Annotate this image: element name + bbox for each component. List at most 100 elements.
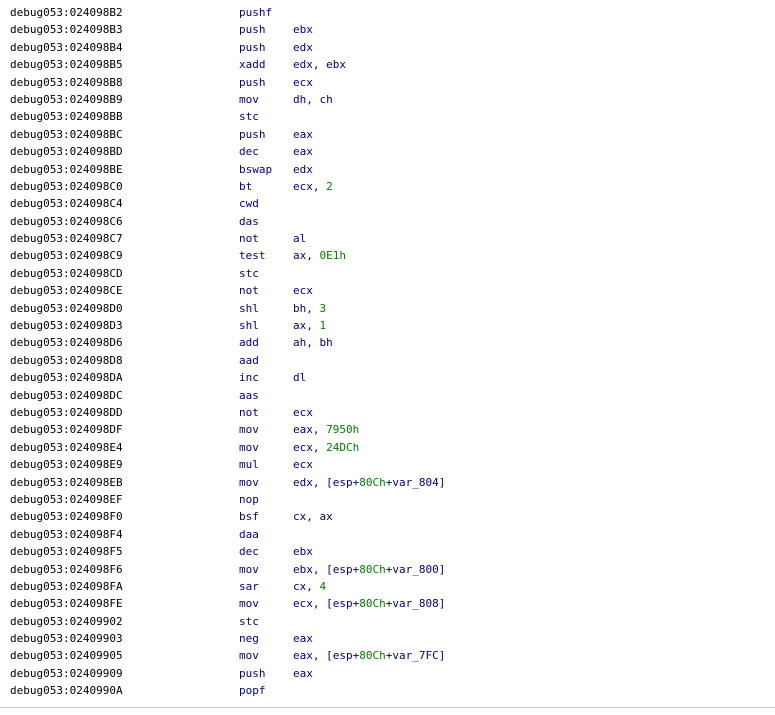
code-line-mnemonic[interactable]: xadd <box>239 56 266 73</box>
code-line-address[interactable]: debug053:024098C4 <box>10 195 123 212</box>
code-line-address[interactable]: debug053:024098DA <box>10 369 123 386</box>
code-line-operands[interactable]: ecx <box>293 404 313 421</box>
code-line-address[interactable]: debug053:024098E4 <box>10 439 123 456</box>
code-line-address[interactable]: debug053:024098FE <box>10 595 123 612</box>
code-line-address[interactable]: debug053:024098D8 <box>10 352 123 369</box>
code-line[interactable]: debug053:024098F4 daa <box>0 526 775 543</box>
code-line-mnemonic[interactable]: push <box>239 126 266 143</box>
code-line-mnemonic[interactable]: bswap <box>239 161 272 178</box>
code-line-mnemonic[interactable]: cwd <box>239 195 259 212</box>
code-line-operands[interactable]: ebx <box>293 21 313 38</box>
code-line-address[interactable]: debug053:024098FA <box>10 578 123 595</box>
disassembly-listing[interactable]: debug053:024098B2 pushf debug053:024098B3 p… <box>0 4 775 700</box>
code-line-operands[interactable]: edx, ebx <box>293 56 346 73</box>
code-line[interactable]: debug053:024098B5 xadd edx, ebx <box>0 56 775 73</box>
code-line[interactable]: debug053:024098FE mov ecx, [esp+80Ch+var_8… <box>0 595 775 612</box>
code-line[interactable]: debug053:024098D8 aad <box>0 352 775 369</box>
code-line-mnemonic[interactable]: daa <box>239 526 259 543</box>
code-line-mnemonic[interactable]: mul <box>239 456 259 473</box>
code-line-address[interactable]: debug053:024098E9 <box>10 456 123 473</box>
code-line-address[interactable]: debug053:024098D3 <box>10 317 123 334</box>
code-line[interactable]: debug053:024098CD stc <box>0 265 775 282</box>
code-line-mnemonic[interactable]: bt <box>239 178 252 195</box>
code-line-mnemonic[interactable]: add <box>239 334 259 351</box>
code-line-address[interactable]: debug053:024098CD <box>10 265 123 282</box>
code-line-mnemonic[interactable]: inc <box>239 369 259 386</box>
code-line-address[interactable]: debug053:02409903 <box>10 630 123 647</box>
code-line-operands[interactable]: ax, 1 <box>293 317 326 334</box>
code-line[interactable]: debug053:024098B8 push ecx <box>0 74 775 91</box>
code-line-operands[interactable]: ah, bh <box>293 334 333 351</box>
code-line-operands[interactable]: cx, 4 <box>293 578 326 595</box>
code-line-address[interactable]: debug053:024098EB <box>10 474 123 491</box>
code-line-operands[interactable]: ebx, [esp+80Ch+var_800] <box>293 561 445 578</box>
code-line[interactable]: debug053:024098E4 mov ecx, 24DCh <box>0 439 775 456</box>
code-line-operands[interactable]: eax <box>293 665 313 682</box>
code-line-operands[interactable]: dl <box>293 369 306 386</box>
code-line-operands[interactable]: edx <box>293 161 313 178</box>
code-line-mnemonic[interactable]: neg <box>239 630 259 647</box>
code-line-mnemonic[interactable]: shl <box>239 300 259 317</box>
code-line-operands[interactable]: eax, 7950h <box>293 421 359 438</box>
code-line-address[interactable]: debug053:024098C0 <box>10 178 123 195</box>
code-line-address[interactable]: debug053:02409905 <box>10 647 123 664</box>
code-line-address[interactable]: debug053:024098F4 <box>10 526 123 543</box>
code-line[interactable]: debug053:024098FA sar cx, 4 <box>0 578 775 595</box>
code-line[interactable]: debug053:024098B4 push edx <box>0 39 775 56</box>
code-line[interactable]: debug053:024098EF nop <box>0 491 775 508</box>
code-line-address[interactable]: debug053:024098CE <box>10 282 123 299</box>
code-line-address[interactable]: debug053:024098B2 <box>10 4 123 21</box>
code-line-operands[interactable]: ecx, [esp+80Ch+var_808] <box>293 595 445 612</box>
code-line-address[interactable]: debug053:024098B8 <box>10 74 123 91</box>
code-line-address[interactable]: debug053:024098F5 <box>10 543 123 560</box>
code-line-address[interactable]: debug053:024098B5 <box>10 56 123 73</box>
code-line-operands[interactable]: eax, [esp+80Ch+var_7FC] <box>293 647 445 664</box>
code-line[interactable]: debug053:024098C0 bt ecx, 2 <box>0 178 775 195</box>
code-line-operands[interactable]: eax <box>293 143 313 160</box>
code-line-address[interactable]: debug053:024098D0 <box>10 300 123 317</box>
code-line[interactable]: debug053:024098D3 shl ax, 1 <box>0 317 775 334</box>
code-line-address[interactable]: debug053:024098DC <box>10 387 123 404</box>
code-line[interactable]: debug053:024098DA inc dl <box>0 369 775 386</box>
code-line-address[interactable]: debug053:024098C9 <box>10 247 123 264</box>
code-line-mnemonic[interactable]: stc <box>239 613 259 630</box>
code-line-operands[interactable]: ax, 0E1h <box>293 247 346 264</box>
code-line-address[interactable]: debug053:024098F6 <box>10 561 123 578</box>
code-line[interactable]: debug053:024098B2 pushf <box>0 4 775 21</box>
code-line-address[interactable]: debug053:024098BD <box>10 143 123 160</box>
code-line-mnemonic[interactable]: aad <box>239 352 259 369</box>
code-line-mnemonic[interactable]: not <box>239 230 259 247</box>
code-line[interactable]: debug053:02409905 mov eax, [esp+80Ch+var_7… <box>0 647 775 664</box>
code-line-address[interactable]: debug053:024098C6 <box>10 213 123 230</box>
code-line[interactable]: debug053:02409903 neg eax <box>0 630 775 647</box>
code-line-operands[interactable]: ecx <box>293 74 313 91</box>
code-line-operands[interactable]: dh, ch <box>293 91 333 108</box>
code-line[interactable]: debug053:024098DC aas <box>0 387 775 404</box>
code-line[interactable]: debug053:024098BB stc <box>0 108 775 125</box>
code-line[interactable]: debug053:024098F5 dec ebx <box>0 543 775 560</box>
code-line-address[interactable]: debug053:024098D6 <box>10 334 123 351</box>
code-line[interactable]: debug053:024098C6 das <box>0 213 775 230</box>
code-line-mnemonic[interactable]: test <box>239 247 266 264</box>
code-line-address[interactable]: debug053:024098DD <box>10 404 123 421</box>
code-line-mnemonic[interactable]: push <box>239 21 266 38</box>
code-line-mnemonic[interactable]: sar <box>239 578 259 595</box>
code-line-operands[interactable]: bh, 3 <box>293 300 326 317</box>
code-line-mnemonic[interactable]: dec <box>239 543 259 560</box>
code-line-operands[interactable]: ebx <box>293 543 313 560</box>
code-line-operands[interactable]: edx <box>293 39 313 56</box>
code-line-operands[interactable]: ecx, 24DCh <box>293 439 359 456</box>
code-line-mnemonic[interactable]: mov <box>239 561 259 578</box>
code-line[interactable]: debug053:024098D6 add ah, bh <box>0 334 775 351</box>
code-line-address[interactable]: debug053:024098DF <box>10 421 123 438</box>
code-line[interactable]: debug053:024098C7 not al <box>0 230 775 247</box>
code-line-mnemonic[interactable]: mov <box>239 91 259 108</box>
code-line-mnemonic[interactable]: pushf <box>239 4 272 21</box>
code-line-mnemonic[interactable]: stc <box>239 265 259 282</box>
code-line-address[interactable]: debug053:02409909 <box>10 665 123 682</box>
code-line[interactable]: debug053:024098D0 shl bh, 3 <box>0 300 775 317</box>
code-line-mnemonic[interactable]: shl <box>239 317 259 334</box>
code-line[interactable]: debug053:024098CE not ecx <box>0 282 775 299</box>
code-line-address[interactable]: debug053:024098B3 <box>10 21 123 38</box>
code-line-address[interactable]: debug053:024098F0 <box>10 508 123 525</box>
